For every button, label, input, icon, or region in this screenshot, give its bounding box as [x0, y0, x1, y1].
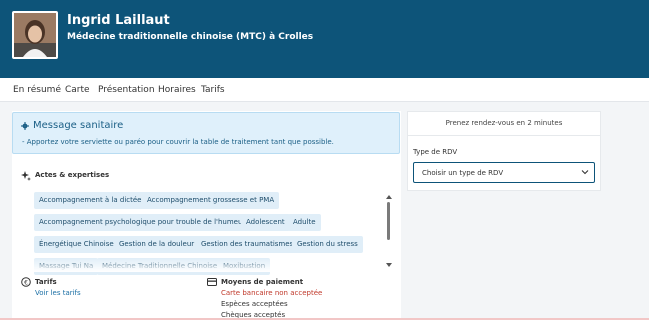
- expertise-tag[interactable]: Gestion du stress: [292, 236, 363, 253]
- gear-icon: [21, 122, 29, 130]
- expertise-tag[interactable]: Accompagnement à la dictée: [34, 192, 147, 209]
- practitioner-specialty: Médecine traditionnelle chinoise (MTC) à…: [67, 32, 314, 42]
- tags-scrollbar[interactable]: [385, 195, 392, 270]
- scroll-thumb[interactable]: [387, 202, 390, 240]
- expertises-title: Actes & expertises: [35, 171, 110, 179]
- scroll-up-arrow-icon[interactable]: [386, 195, 392, 199]
- nav-item-tarifs[interactable]: Tarifs: [201, 85, 225, 95]
- payment-card-status: Carte bancaire non acceptée: [221, 289, 323, 297]
- expertise-tag[interactable]: Énergétique Chinoise: [34, 236, 119, 253]
- nav-item-horaires[interactable]: Horaires: [158, 85, 196, 95]
- expertise-tag[interactable]: Adulte: [288, 214, 321, 231]
- appointment-type-select[interactable]: Choisir un type de RDV: [413, 162, 595, 183]
- sparkle-icon: [21, 171, 31, 181]
- euro-icon: €: [21, 277, 31, 287]
- expertise-tag[interactable]: Accompagnement psychologique pour troubl…: [34, 214, 251, 231]
- select-value: Choisir un type de RDV: [422, 169, 504, 177]
- practitioner-name: Ingrid Laillaut: [67, 13, 170, 28]
- alert-text: - Apportez votre serviette ou paréo pour…: [22, 138, 334, 146]
- avatar-photo: [14, 13, 56, 57]
- booking-title: Prenez rendez-vous en 2 minutes: [445, 119, 563, 127]
- health-message: Message sanitaire - Apportez votre servi…: [12, 112, 400, 154]
- alert-title: Message sanitaire: [33, 120, 124, 131]
- nav-item-carte[interactable]: Carte: [65, 85, 90, 95]
- payment-cash-status: Espèces acceptées: [221, 300, 288, 308]
- tags-fade: [13, 258, 388, 272]
- chevron-down-icon: [581, 170, 589, 175]
- svg-text:€: €: [24, 279, 28, 286]
- expertise-tag[interactable]: Gestion des traumatismes: [196, 236, 299, 253]
- section-nav: En résumé Carte Présentation Horaires Ta…: [0, 78, 649, 102]
- expertise-tag[interactable]: Accompagnement grossesse et PMA: [142, 192, 280, 209]
- credit-card-icon: [207, 278, 217, 286]
- divider: [408, 135, 600, 136]
- expertise-tag[interactable]: Adolescent: [241, 214, 290, 231]
- profile-header: Ingrid Laillaut Médecine traditionnelle …: [0, 0, 649, 78]
- appointment-type-label: Type de RDV: [413, 148, 458, 156]
- scroll-down-arrow-icon[interactable]: [386, 263, 392, 267]
- payment-title: Moyens de paiement: [221, 278, 304, 286]
- nav-item-presentation[interactable]: Présentation: [98, 85, 155, 95]
- expertise-tag[interactable]: Gestion de la douleur: [114, 236, 200, 253]
- tarifs-title: Tarifs: [35, 278, 57, 286]
- nav-item-resume[interactable]: En résumé: [13, 85, 61, 95]
- see-prices-link[interactable]: Voir les tarifs: [35, 289, 81, 297]
- avatar: [12, 11, 58, 59]
